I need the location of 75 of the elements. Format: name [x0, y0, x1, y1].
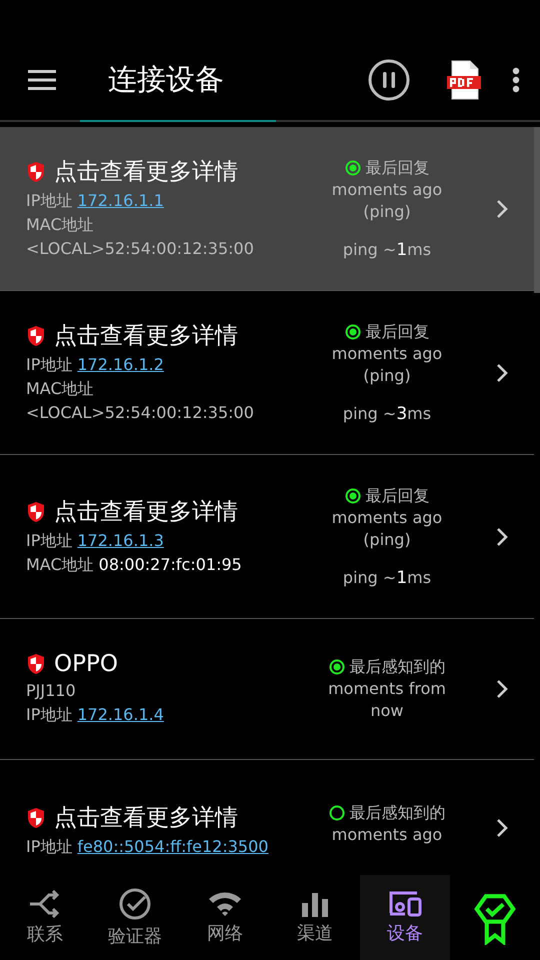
ping-time: ping ~1ms — [342, 238, 432, 260]
chevron-icon — [496, 526, 508, 546]
status-text: (ping) — [363, 364, 411, 386]
ip-link[interactable]: 172.16.1.4 — [77, 703, 164, 727]
shield-icon — [26, 160, 46, 182]
wifi-icon — [208, 890, 242, 916]
device-row[interactable]: OPPO PJJ110 IP地址 172.16.1.4 最后感知到的 moments from now — [0, 619, 534, 760]
nav-label: 网络 — [207, 922, 243, 944]
status-text: (ping) — [363, 200, 411, 222]
more-icon[interactable] — [512, 67, 520, 93]
device-name: OPPO — [54, 651, 118, 677]
device-row[interactable]: 点击查看更多详情 IP地址 fe80::5054:ff:fe12:3500 最后感知到的 moments ago — [0, 760, 534, 875]
field-label: IP地址 — [26, 190, 72, 212]
shield-icon — [26, 324, 46, 346]
nav-tab[interactable]: 联系 — [0, 875, 90, 960]
chevron-icon — [496, 818, 508, 838]
status-text: moments ago — [332, 506, 442, 528]
devices-icon — [388, 890, 422, 916]
status-text: now — [370, 700, 404, 722]
field-value: <LOCAL>52:54:00:12:35:00 — [26, 238, 254, 260]
nav-label: 渠道 — [297, 922, 333, 944]
status-title: 最后感知到的 — [350, 802, 446, 824]
check-circle-icon — [119, 888, 151, 920]
status-title: 最后回复 — [366, 320, 430, 342]
nav-tab[interactable]: 验证器 — [90, 875, 180, 960]
split-arrows-icon — [29, 890, 61, 918]
field-label: IP地址 — [26, 836, 72, 858]
field-label: IP地址 — [26, 704, 72, 726]
status-text: moments from — [328, 678, 446, 700]
shield-icon — [26, 653, 46, 675]
field-label: IP地址 — [26, 354, 72, 376]
award-badge-icon — [474, 892, 516, 944]
shield-icon — [26, 806, 46, 828]
device-name: 点击查看更多详情 — [54, 498, 238, 527]
status-text: moments ago — [332, 178, 442, 200]
ip-link[interactable]: 172.16.1.2 — [77, 353, 164, 377]
pdf-icon[interactable] — [446, 60, 482, 100]
status-title: 最后回复 — [366, 156, 430, 178]
field-value: PJJ110 — [26, 680, 76, 702]
nav-label: 验证器 — [108, 924, 162, 948]
nav-label: 设备 — [387, 922, 423, 944]
nav-tab[interactable]: 渠道 — [270, 875, 360, 960]
field-label: IP地址 — [26, 530, 72, 552]
nav-tab[interactable]: 网络 — [180, 875, 270, 960]
bar-chart-icon — [302, 890, 328, 916]
status-title: 最后回复 — [366, 484, 430, 506]
ip-link[interactable]: fe80::5054:ff:fe12:3500 — [77, 835, 268, 859]
ip-link[interactable]: 172.16.1.1 — [77, 189, 164, 213]
field-label: MAC地址 — [26, 214, 94, 236]
field-label: MAC地址 — [26, 378, 94, 400]
chevron-icon — [496, 198, 508, 218]
pause-icon[interactable] — [368, 59, 410, 101]
nav-tab[interactable]: 设备 — [360, 875, 450, 960]
status-text: (ping) — [363, 528, 411, 550]
field-label: MAC地址 — [26, 554, 94, 576]
ping-time: ping ~1ms — [342, 566, 432, 588]
device-name: 点击查看更多详情 — [54, 322, 238, 351]
device-row[interactable]: 点击查看更多详情 IP地址 172.16.1.2 MAC地址 <LOCAL>52:54:00:12:35:00 最后回复 moments ago (ping) ping ~3ms — [0, 291, 534, 455]
ip-link[interactable]: 172.16.1.3 — [77, 529, 164, 553]
status-title: 最后感知到的 — [350, 656, 446, 678]
status-text: moments ago — [332, 824, 442, 846]
menu-icon[interactable] — [28, 70, 56, 90]
field-value: <LOCAL>52:54:00:12:35:00 — [26, 402, 254, 424]
device-name: 点击查看更多详情 — [54, 804, 238, 833]
ping-time: ping ~3ms — [342, 402, 432, 424]
field-value: 08:00:27:fc:01:95 — [98, 554, 242, 576]
chevron-icon — [496, 679, 508, 699]
device-name: 点击查看更多详情 — [54, 158, 238, 187]
device-row[interactable]: 点击查看更多详情 IP地址 172.16.1.1 MAC地址 <LOCAL>52:54:00:12:35:00 最后回复 moments ago (ping) ping ~1ms — [0, 127, 534, 291]
nav-label: 联系 — [27, 922, 63, 946]
device-row[interactable]: 点击查看更多详情 IP地址 172.16.1.3 MAC地址 08:00:27:fc:01:95 最后回复 moments ago (ping) ping ~1ms — [0, 455, 534, 619]
chevron-icon — [496, 362, 508, 382]
screen-title: 连接设备 — [108, 61, 224, 98]
shield-icon — [26, 500, 46, 522]
status-text: moments ago — [332, 342, 442, 364]
